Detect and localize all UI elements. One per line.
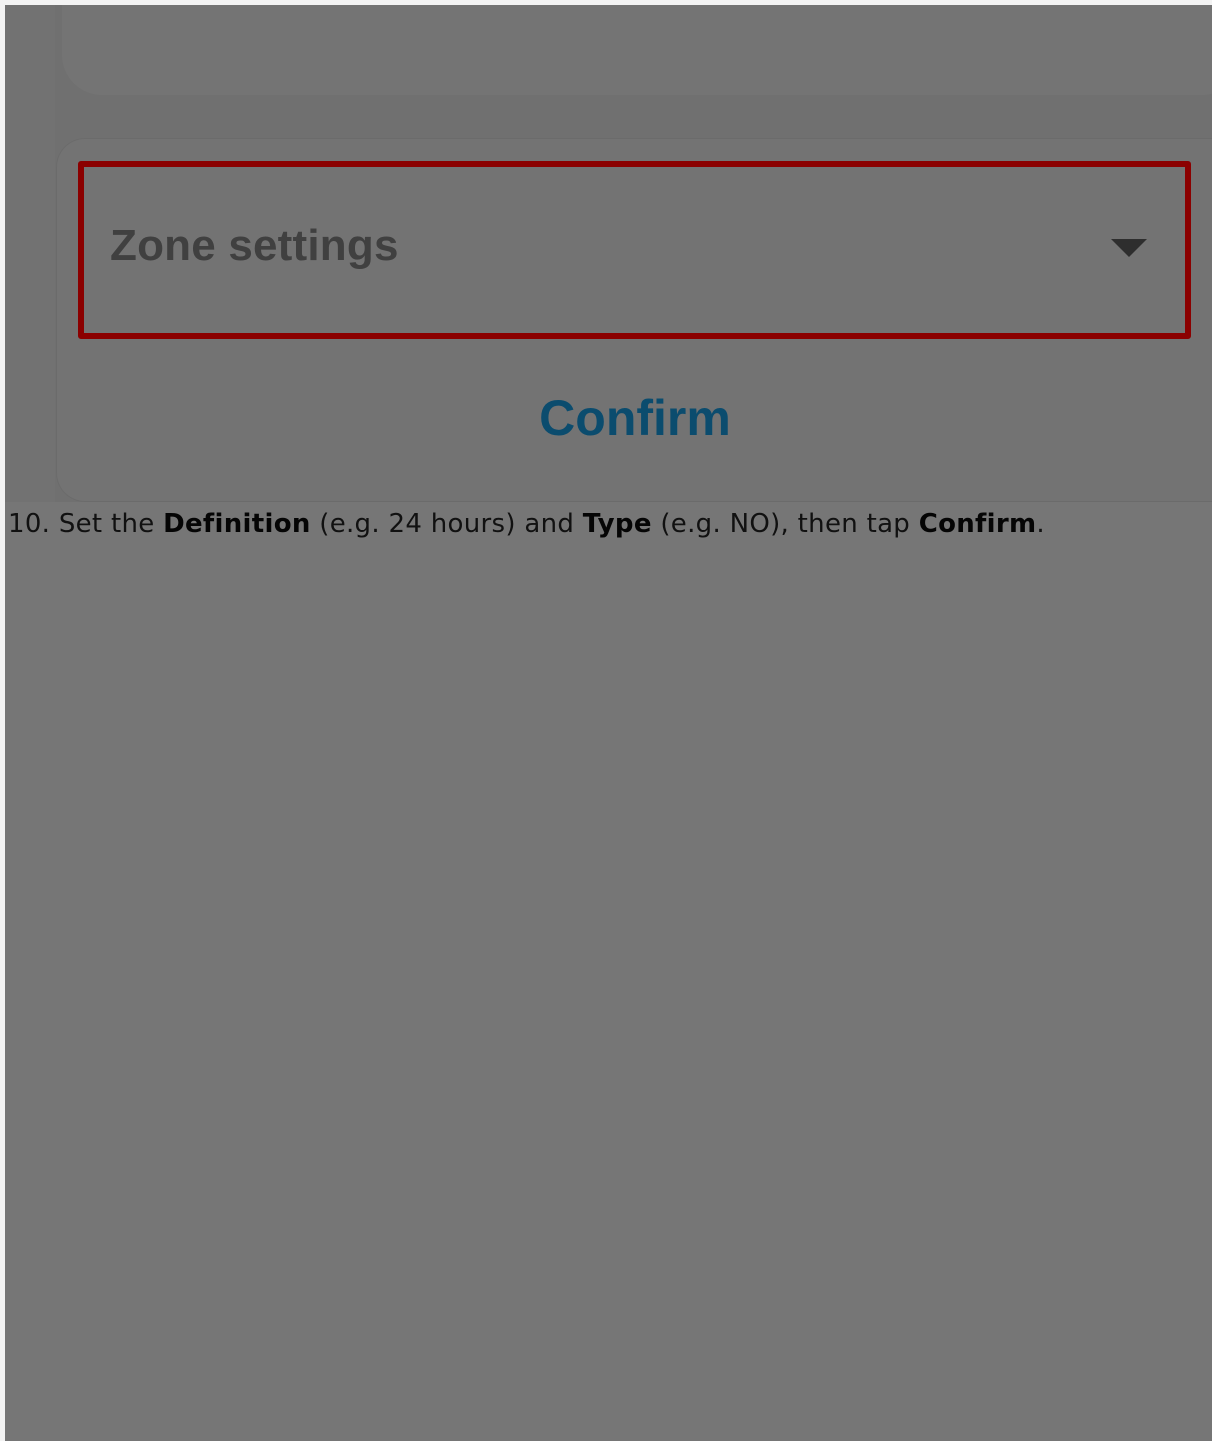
- app-screenshot: Zone settings Confirm: [5, 5, 1212, 502]
- instruction-term-confirm: Confirm: [918, 509, 1037, 539]
- caret-down-icon: [1111, 239, 1147, 257]
- zone-settings-dropdown[interactable]: Zone settings: [78, 161, 1191, 339]
- page: Zone settings Confirm 10. Set the Defini…: [0, 0, 1212, 1441]
- instruction-term-type: Type: [582, 509, 652, 539]
- confirm-button[interactable]: Confirm: [445, 383, 825, 453]
- instruction-prefix: 10. Set the: [8, 509, 164, 539]
- zone-settings-label: Zone settings: [110, 221, 399, 270]
- side-strip: [5, 5, 55, 502]
- instruction-step: 10. Set the Definition (e.g. 24 hours) a…: [8, 504, 1045, 544]
- top-card: [62, 5, 1212, 95]
- instruction-mid-1: (e.g. 24 hours) and: [310, 509, 583, 539]
- instruction-term-definition: Definition: [163, 509, 311, 539]
- instruction-mid-2: (e.g. NO), then tap: [651, 509, 919, 539]
- instruction-suffix: .: [1036, 509, 1045, 539]
